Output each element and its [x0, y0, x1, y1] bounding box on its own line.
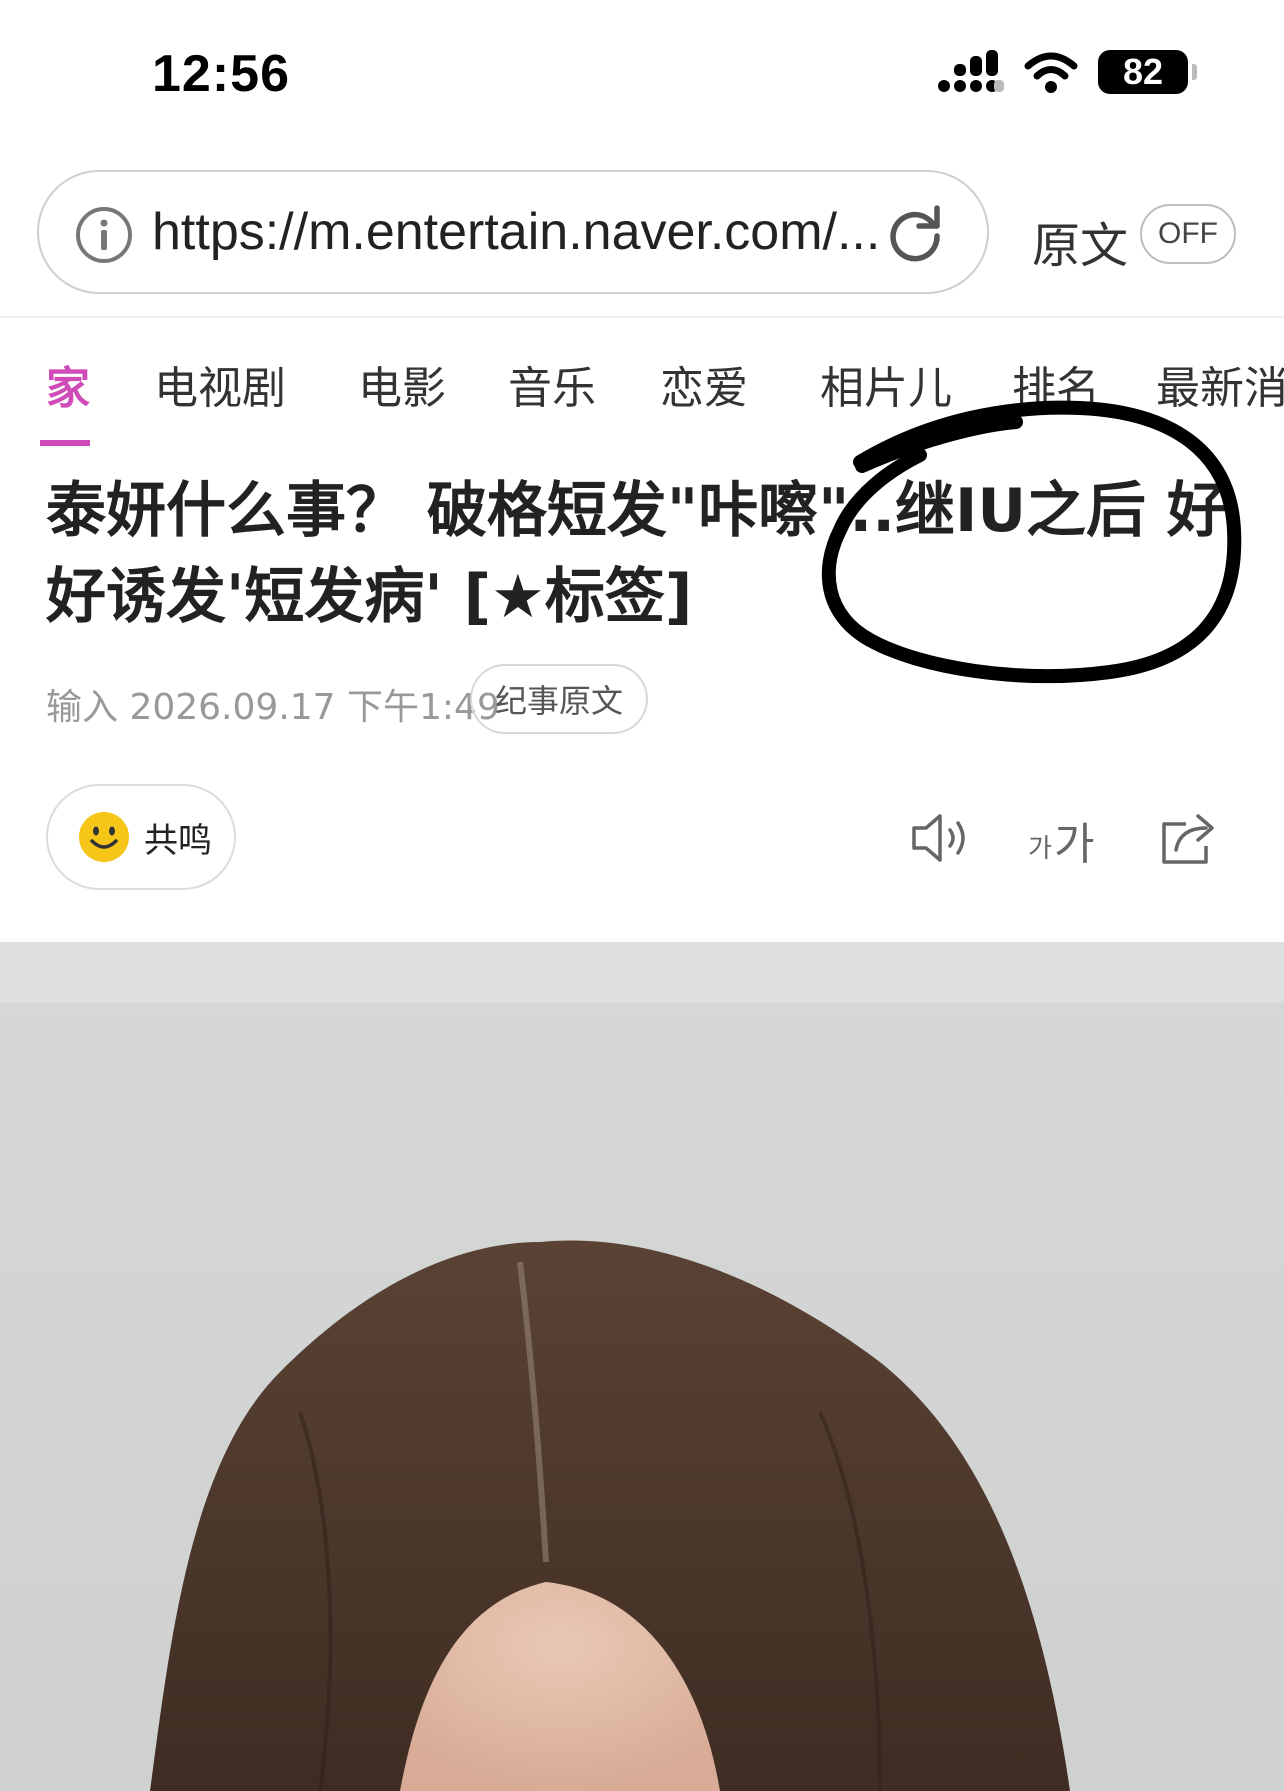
original-text-label: 原文 [1032, 218, 1129, 274]
address-bar[interactable]: https://m.entertain.naver.com/... [37, 170, 989, 294]
reload-icon[interactable] [885, 202, 945, 262]
article-date: 输入 2026.09.17 下午1:49 [46, 687, 500, 728]
tab-drama[interactable]: 电视剧 [154, 352, 286, 416]
font-size-small-glyph: 가 [1028, 834, 1052, 864]
font-size-big-glyph: 가 [1054, 819, 1095, 870]
wifi-icon [1024, 52, 1078, 93]
status-bar: 12:56 82 [0, 0, 1284, 150]
active-tab-indicator [40, 440, 90, 446]
article-photo [0, 942, 1284, 1791]
headline-line-1: 泰妍什么事？ 破格短发"咔嚓"..继IU之后 好 [46, 476, 1227, 546]
empathy-label: 共鸣 [144, 820, 212, 861]
category-tabs: 家 电视剧 电影 音乐 恋爱 相片儿 排名 最新消 [0, 340, 1284, 450]
tab-home[interactable]: 家 [46, 352, 90, 416]
info-icon[interactable] [75, 206, 133, 264]
status-time: 12:56 [152, 45, 290, 103]
divider [0, 316, 1284, 318]
original-article-button[interactable]: 纪事原文 [470, 664, 648, 734]
empathy-button[interactable]: 共鸣 [46, 784, 236, 890]
tab-romance[interactable]: 恋爱 [660, 352, 748, 416]
battery-indicator: 82 [1098, 50, 1197, 94]
tab-music[interactable]: 音乐 [508, 352, 596, 416]
tab-latest[interactable]: 最新消 [1156, 352, 1284, 416]
url-text[interactable]: https://m.entertain.naver.com/... [152, 202, 912, 262]
signal-icon [938, 50, 1004, 92]
tab-ranking[interactable]: 排名 [1012, 352, 1100, 416]
original-text-toggle[interactable]: OFF [1140, 204, 1236, 264]
share-icon[interactable] [1156, 808, 1222, 868]
tab-photo[interactable]: 相片儿 [820, 352, 952, 416]
app-screen: 12:56 82 https://m.entertain.naver.com/.… [0, 0, 1284, 1791]
status-icons: 82 [938, 50, 1197, 94]
speaker-icon[interactable] [908, 808, 974, 868]
article-headline: 泰妍什么事？ 破格短发"咔嚓"..继IU之后 好 好诱发'短发病' [★标签] [46, 468, 1246, 640]
headline-line-2: 好诱发'短发病' [★标签] [46, 562, 693, 632]
smiley-icon [79, 812, 129, 862]
tab-movie[interactable]: 电影 [358, 352, 446, 416]
font-size-icon[interactable]: 가 가 [1028, 806, 1100, 870]
address-bar-row: https://m.entertain.naver.com/... 原文 OFF [0, 168, 1284, 298]
